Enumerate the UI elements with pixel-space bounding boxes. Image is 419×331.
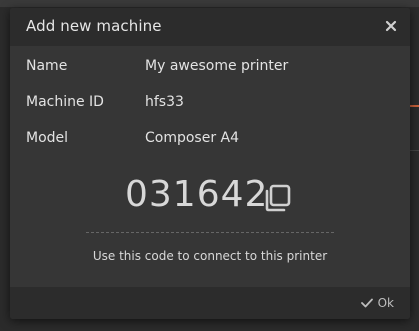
connection-code-area: 031642 xyxy=(10,174,410,222)
dialog-header: Add new machine xyxy=(10,8,410,46)
background-accent-line xyxy=(409,105,419,107)
model-label: Model xyxy=(26,130,69,146)
background-toolbar xyxy=(0,0,419,7)
name-label: Name xyxy=(26,58,68,74)
close-icon xyxy=(385,20,397,32)
dialog-footer: Ok xyxy=(10,287,410,319)
ok-label: Ok xyxy=(377,296,394,310)
name-row: Name My awesome printer xyxy=(26,58,396,78)
dialog-title: Add new machine xyxy=(26,17,162,35)
check-icon xyxy=(360,298,373,308)
connection-code: 031642 xyxy=(125,174,269,215)
background-grid-line xyxy=(409,150,419,151)
ok-button[interactable]: Ok xyxy=(360,295,394,311)
machine-id-label: Machine ID xyxy=(26,94,104,110)
name-value: My awesome printer xyxy=(145,58,289,74)
close-button[interactable] xyxy=(380,15,402,37)
model-row: Model Composer A4 xyxy=(26,130,396,150)
copy-icon xyxy=(265,184,291,212)
copy-code-button[interactable] xyxy=(262,182,294,214)
dashed-divider xyxy=(86,232,334,233)
model-value: Composer A4 xyxy=(145,130,240,146)
machine-id-value: hfs33 xyxy=(145,94,184,110)
add-machine-dialog: Add new machine Name My awesome printer … xyxy=(10,8,410,319)
machine-id-row: Machine ID hfs33 xyxy=(26,94,396,114)
connection-hint: Use this code to connect to this printer xyxy=(92,249,328,263)
